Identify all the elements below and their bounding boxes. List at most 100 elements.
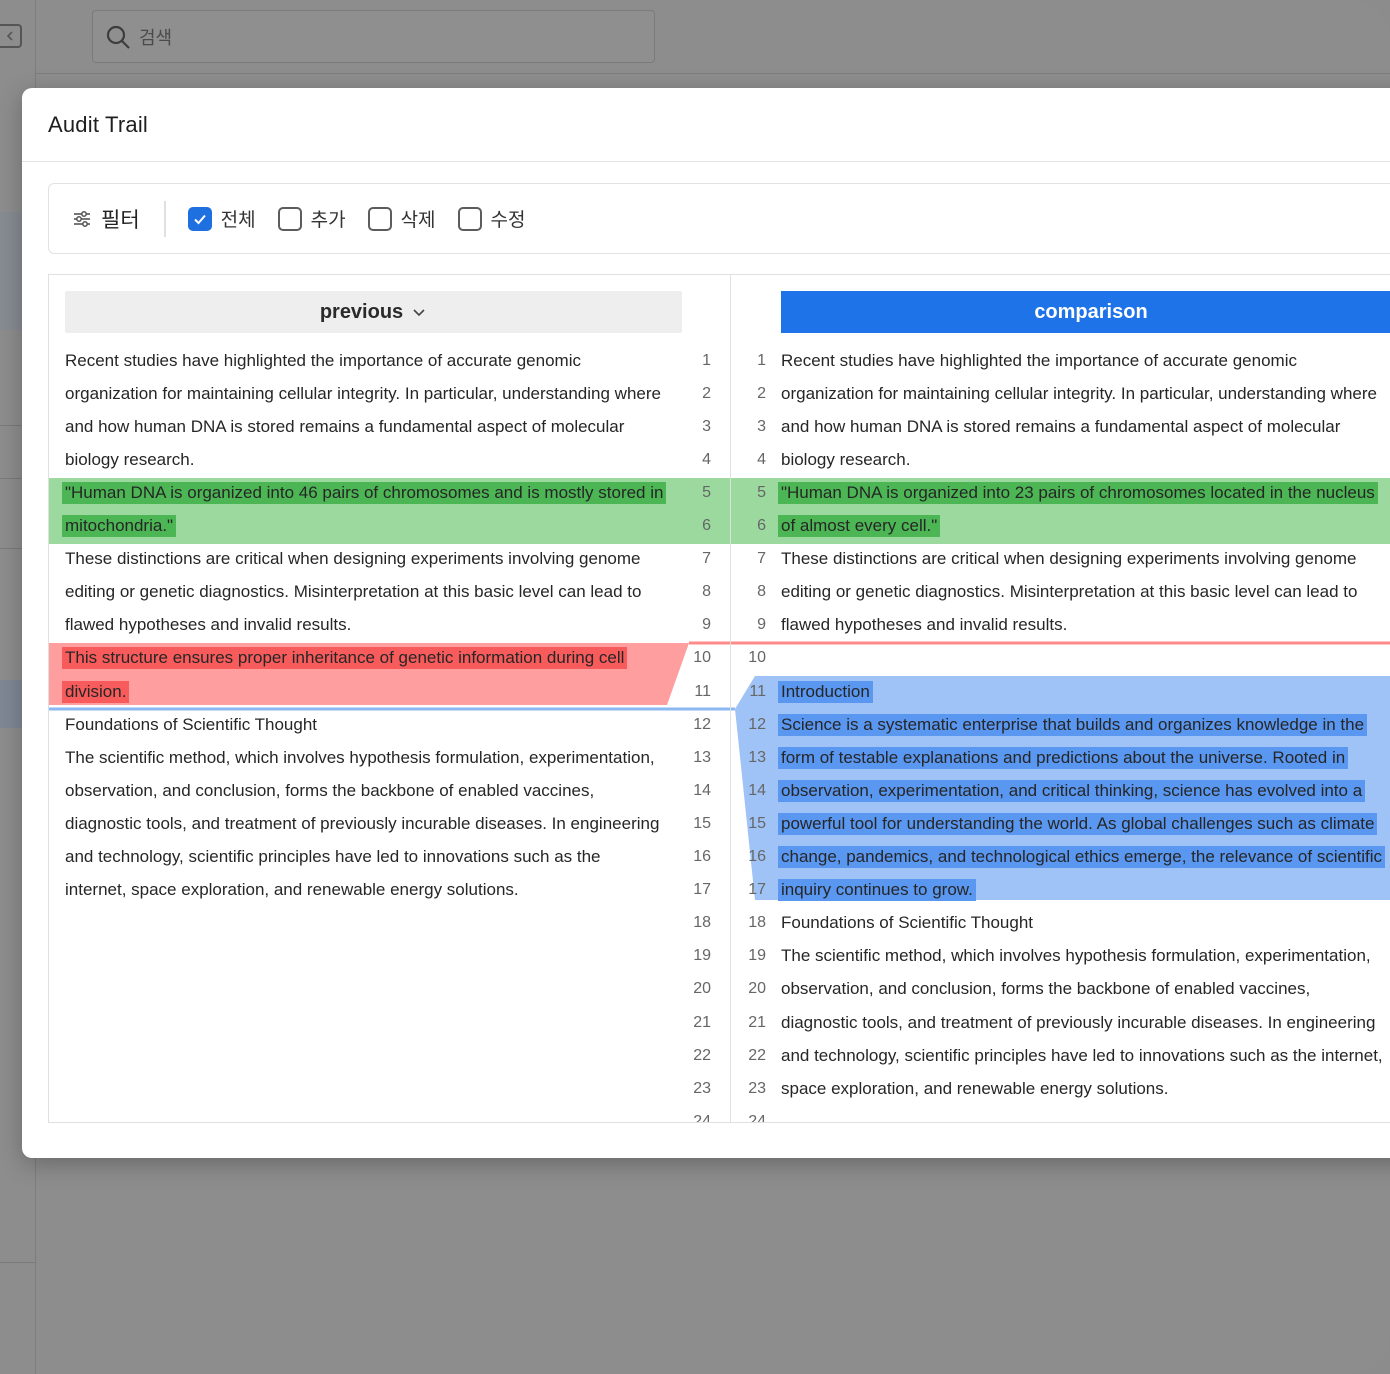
previous-version-dropdown[interactable]: previous xyxy=(65,291,682,333)
line-text: biology research. xyxy=(65,449,195,469)
line-text: division. xyxy=(62,680,130,703)
line-number: 17 xyxy=(748,881,766,899)
comparison-line: editing or genetic diagnostics. Misinter… xyxy=(781,576,1390,609)
checkbox-unchecked-icon[interactable] xyxy=(367,206,392,231)
comparison-line: inquiry continues to grow. xyxy=(778,874,1390,907)
comparison-line: observation, experimentation, and critic… xyxy=(778,774,1390,807)
line-number: 13 xyxy=(748,748,766,766)
line-text: of almost every cell." xyxy=(778,515,941,537)
line-number: 15 xyxy=(748,814,766,832)
filter-checkbox-deleted-label: 삭제 xyxy=(400,210,436,231)
line-number: 14 xyxy=(693,781,711,799)
line-number: 11 xyxy=(694,682,711,700)
comparison-line: and how human DNA is stored remains a fu… xyxy=(781,410,1390,443)
line-text: change, pandemics, and technological eth… xyxy=(778,846,1386,868)
previous-line: mitochondria." xyxy=(62,510,677,543)
sidebar-toggle-icon[interactable] xyxy=(0,24,22,48)
line-text: and how human DNA is stored remains a fu… xyxy=(65,416,625,436)
previous-line: and technology, scientific principles ha… xyxy=(65,841,677,874)
previous-line: flawed hypotheses and invalid results. xyxy=(65,609,677,642)
comparison-line: Introduction xyxy=(778,675,1390,708)
line-text: diagnostic tools, and treatment of previ… xyxy=(781,1012,1376,1032)
filter-checkbox-modified-label: 수정 xyxy=(490,210,526,231)
checkbox-unchecked-icon[interactable] xyxy=(457,206,482,231)
filter-checkbox-all[interactable]: 전체 xyxy=(187,205,256,232)
line-number: 10 xyxy=(748,649,766,667)
line-text: Science is a systematic enterprise that … xyxy=(778,713,1368,736)
line-number: 11 xyxy=(749,682,766,700)
line-text: observation, experimentation, and critic… xyxy=(778,779,1366,802)
line-number: 21 xyxy=(693,1013,711,1031)
line-text: editing or genetic diagnostics. Misinter… xyxy=(781,582,1358,602)
line-number: 9 xyxy=(702,616,711,634)
line-text: powerful tool for understanding the worl… xyxy=(778,812,1378,835)
line-number: 12 xyxy=(748,715,766,733)
background-search-input[interactable]: 검색 xyxy=(92,10,655,63)
previous-line: This structure ensures proper inheritanc… xyxy=(62,642,677,675)
comparison-line: powerful tool for understanding the worl… xyxy=(778,807,1390,840)
line-number: 22 xyxy=(748,1046,766,1064)
line-text: Foundations of Scientific Thought xyxy=(65,714,318,734)
line-number: 2 xyxy=(757,384,766,402)
filter-label: 필터 xyxy=(71,200,166,237)
line-text: editing or genetic diagnostics. Misinter… xyxy=(65,582,642,602)
line-text: and technology, scientific principles ha… xyxy=(781,1045,1383,1065)
search-placeholder: 검색 xyxy=(139,27,173,48)
line-number: 8 xyxy=(702,583,711,601)
filter-checkbox-deleted[interactable]: 삭제 xyxy=(367,205,436,232)
filter-checkbox-all-label: 전체 xyxy=(220,210,256,231)
background-rail-block xyxy=(0,680,22,728)
previous-line: The scientific method, which involves hy… xyxy=(65,741,677,774)
filter-bar: 필터 전체 추가 삭제 수정 xyxy=(48,183,1390,254)
filter-checkbox-added[interactable]: 추가 xyxy=(277,205,346,232)
previous-line: observation, and conclusion, forms the b… xyxy=(65,774,677,807)
line-number: 23 xyxy=(693,1079,711,1097)
previous-line: division. xyxy=(62,675,677,708)
line-text: inquiry continues to grow. xyxy=(778,879,976,902)
line-number: 17 xyxy=(693,881,711,899)
line-text: "Human DNA is organized into 46 pairs of… xyxy=(62,481,667,504)
previous-line: and how human DNA is stored remains a fu… xyxy=(65,410,677,443)
comparison-line: observation, and conclusion, forms the b… xyxy=(781,973,1390,1006)
line-text: flawed hypotheses and invalid results. xyxy=(781,615,1068,635)
diff-viewer: previous Recent studies have highlighted… xyxy=(48,274,1390,1123)
line-text: This structure ensures proper inheritanc… xyxy=(62,647,628,670)
line-text: Recent studies have highlighted the impo… xyxy=(65,350,581,370)
comparison-header[interactable]: comparison xyxy=(781,291,1390,333)
checkbox-checked-icon[interactable] xyxy=(187,206,212,231)
sliders-icon xyxy=(74,210,90,227)
comparison-line: of almost every cell." xyxy=(778,510,1390,543)
line-text: The scientific method, which involves hy… xyxy=(781,946,1371,966)
comparison-line: diagnostic tools, and treatment of previ… xyxy=(781,1006,1390,1039)
line-number: 4 xyxy=(702,450,711,468)
comparison-line: "Human DNA is organized into 23 pairs of… xyxy=(778,476,1390,509)
background-divider xyxy=(0,1262,36,1263)
filter-checkbox-modified[interactable]: 수정 xyxy=(457,205,526,232)
line-number: 22 xyxy=(693,1046,711,1064)
comparison-line: The scientific method, which involves hy… xyxy=(781,940,1390,973)
line-text: form of testable explanations and predic… xyxy=(778,746,1349,769)
previous-line: "Human DNA is organized into 46 pairs of… xyxy=(62,476,677,509)
line-number: 18 xyxy=(748,914,766,932)
line-text: These distinctions are critical when des… xyxy=(781,549,1357,569)
comparison-line: space exploration, and renewable energy … xyxy=(781,1072,1390,1105)
line-number: 3 xyxy=(757,417,766,435)
previous-line: organization for maintaining cellular in… xyxy=(65,377,677,410)
line-number: 4 xyxy=(757,450,766,468)
line-number: 14 xyxy=(748,781,766,799)
line-number: 20 xyxy=(693,980,711,998)
line-number: 2 xyxy=(702,384,711,402)
comparison-line: change, pandemics, and technological eth… xyxy=(778,841,1390,874)
comparison-line xyxy=(781,642,1390,675)
line-number: 15 xyxy=(693,814,711,832)
modal-title: Audit Trail xyxy=(48,111,149,137)
line-text: and technology, scientific principles ha… xyxy=(65,847,601,866)
line-number: 3 xyxy=(702,417,711,435)
line-number: 6 xyxy=(757,517,766,534)
checkbox-unchecked-icon[interactable] xyxy=(277,206,302,231)
line-text: biology research. xyxy=(781,449,911,469)
line-number: 7 xyxy=(702,550,711,568)
line-text: and how human DNA is stored remains a fu… xyxy=(781,416,1341,436)
line-number: 5 xyxy=(702,483,711,501)
line-number: 9 xyxy=(757,616,766,634)
